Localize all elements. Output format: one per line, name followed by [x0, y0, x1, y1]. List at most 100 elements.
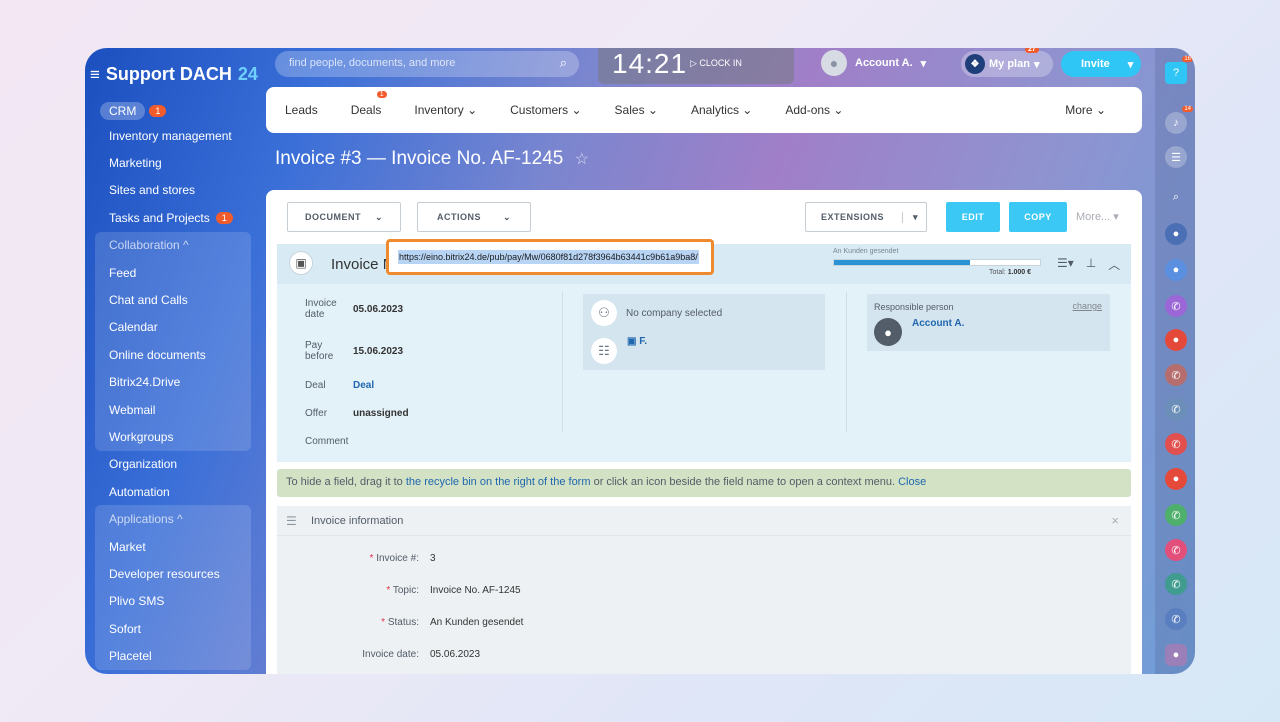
phone-icon[interactable]: ✆ [1165, 398, 1187, 420]
pin-icon[interactable]: ⊥ [1086, 256, 1096, 273]
sidebar-item-chat[interactable]: Chat and Calls [95, 286, 251, 313]
help-badge: 16 [1182, 56, 1193, 62]
extensions-button[interactable]: EXTENSIONS ▾ [805, 202, 927, 232]
search-icon[interactable]: ⌕ [560, 55, 567, 71]
work-clock[interactable]: 14:21 ▷ CLOCK IN [598, 48, 794, 84]
payment-url-text[interactable]: https://eino.bitrix24.de/pub/pay/Mw/0680… [398, 250, 699, 264]
status-progress-fill [834, 260, 970, 265]
phone-icon[interactable]: ✆ [1165, 573, 1187, 595]
contact-link[interactable]: ▣ F. [627, 336, 647, 347]
hint-text: To hide a field, drag it to [286, 476, 406, 488]
collapse-icon[interactable]: ︿ [1108, 256, 1120, 273]
pay-before-value: 15.06.2023 [353, 346, 404, 357]
sidebar-item-workgroups[interactable]: Workgroups [95, 423, 251, 450]
phone-icon[interactable]: ✆ [1165, 504, 1187, 526]
menu-icon[interactable]: ≡ [90, 65, 100, 85]
account-menu[interactable]: ● Account A. ▾ [821, 50, 926, 76]
sidebar-item-webmail[interactable]: Webmail [95, 396, 251, 423]
sidebar-item-online-docs[interactable]: Online documents [95, 341, 251, 368]
deal-link[interactable]: Deal [353, 380, 374, 391]
app-window: ≡ Support DACH 24 find people, documents… [85, 48, 1195, 674]
actions-button[interactable]: ACTIONS ⌄ [417, 202, 531, 232]
phone-icon[interactable]: ✆ [1165, 295, 1187, 317]
applications-header[interactable]: Applications ^ [95, 505, 251, 532]
hint-close-link[interactable]: Close [898, 476, 926, 488]
tab-addons[interactable]: Add-ons ⌄ [785, 103, 843, 117]
user-avatar-icon: ● [874, 318, 902, 346]
sidebar-item-crm[interactable]: CRM 1 [100, 100, 251, 122]
sidebar-item-inventory[interactable]: Inventory management [95, 122, 251, 149]
search-placeholder: find people, documents, and more [289, 57, 456, 69]
invite-label: Invite [1081, 58, 1110, 70]
sidebar-item-marketing[interactable]: Marketing [95, 149, 251, 176]
close-icon[interactable]: × [1111, 513, 1119, 528]
sidebar-item-calendar[interactable]: Calendar [95, 314, 251, 341]
messenger-icon[interactable]: ☰ [1165, 146, 1187, 168]
avatar[interactable]: ● [1165, 644, 1187, 666]
phone-icon[interactable]: ✆ [1165, 364, 1187, 386]
tab-deals[interactable]: Deals 1 [351, 91, 387, 117]
chevron-down-icon[interactable]: ▾ [1128, 58, 1134, 71]
recycle-bin-link[interactable]: the recycle bin on the right of the form [406, 476, 591, 488]
clock-in-button[interactable]: ▷ CLOCK IN [690, 58, 742, 69]
edit-button[interactable]: EDIT [946, 202, 1000, 232]
chevron-down-icon: ⌄ [374, 211, 384, 222]
sidebar-item-sites[interactable]: Sites and stores [95, 177, 251, 204]
drag-handle-icon[interactable]: ☰ [286, 514, 297, 528]
applications-group: Applications ^ Market Developer resource… [95, 505, 251, 670]
status-progress-bar[interactable] [833, 259, 1041, 266]
sidebar-item-feed[interactable]: Feed [95, 259, 251, 286]
responsible-link[interactable]: Account A. [912, 318, 964, 329]
sidebar-item-dev-resources[interactable]: Developer resources [95, 560, 251, 587]
comment-label: Comment [305, 436, 349, 447]
invoice-information-section: ☰ Invoice information × * Invoice #: 3 *… [277, 506, 1131, 674]
contact-icon[interactable]: ● [1165, 259, 1187, 281]
pay-before-label: Pay before [305, 340, 334, 362]
user-group-icon[interactable]: ● [1165, 468, 1187, 490]
tab-customers[interactable]: Customers ⌄ [510, 103, 581, 117]
top-bar: ≡ Support DACH 24 find people, documents… [85, 48, 1195, 84]
star-icon[interactable]: ☆ [575, 151, 589, 168]
phone-icon[interactable]: ✆ [1165, 433, 1187, 455]
hint-text: or click an icon beside the field name t… [590, 476, 899, 488]
sidebar-item-organization[interactable]: Organization [95, 451, 251, 478]
payment-link-popup[interactable]: https://eino.bitrix24.de/pub/pay/Mw/0680… [386, 239, 714, 275]
copy-button[interactable]: COPY [1009, 202, 1067, 232]
section-title: Invoice information [311, 515, 404, 527]
entity-title: Invoice N [331, 256, 394, 273]
sidebar-item-market[interactable]: Market [95, 533, 251, 560]
help-icon[interactable]: ? 16 [1165, 56, 1193, 84]
group-chat-icon[interactable]: ● [1165, 223, 1187, 245]
invoice-date-value: 05.06.2023 [353, 304, 404, 315]
user-group-icon[interactable]: ● [1165, 329, 1187, 351]
sidebar-item-plivo[interactable]: Plivo SMS [95, 588, 251, 615]
sidebar-item-automation[interactable]: Automation [95, 478, 251, 505]
document-button[interactable]: DOCUMENT ⌄ [287, 202, 401, 232]
tab-inventory[interactable]: Inventory ⌄ [414, 103, 477, 117]
tab-analytics[interactable]: Analytics ⌄ [691, 103, 752, 117]
plan-label: My plan [989, 58, 1030, 70]
list-settings-icon[interactable]: ☰▾ [1057, 256, 1074, 273]
company-value[interactable]: No company selected [626, 308, 722, 319]
tab-more[interactable]: More ⌄ [1065, 103, 1106, 117]
collaboration-header[interactable]: Collaboration ^ [95, 232, 251, 259]
phone-icon[interactable]: ✆ [1165, 608, 1187, 630]
change-responsible-link[interactable]: change [1072, 301, 1102, 311]
search-icon[interactable]: ⌕ [1165, 186, 1187, 208]
search-input[interactable]: find people, documents, and more ⌕ [275, 51, 579, 77]
my-plan-button[interactable]: ❖ My plan ▾ 27 [961, 48, 1053, 77]
sidebar-item-placetel[interactable]: Placetel [95, 642, 251, 669]
more-button[interactable]: More... ▾ [1076, 210, 1119, 223]
tab-leads[interactable]: Leads [285, 103, 318, 117]
invite-button[interactable]: Invite ▾ [1061, 51, 1141, 77]
invoice-icon: ▣ [289, 251, 313, 275]
sidebar-item-sofort[interactable]: Sofort [95, 615, 251, 642]
tab-sales[interactable]: Sales ⌄ [615, 103, 658, 117]
column-divider [562, 292, 563, 432]
app-logo[interactable]: ≡ Support DACH 24 [90, 64, 258, 85]
phone-icon[interactable]: ✆ [1165, 539, 1187, 561]
app-name-number: 24 [237, 64, 258, 84]
sidebar-item-tasks[interactable]: Tasks and Projects 1 [95, 204, 251, 231]
bell-icon[interactable]: ♪ 14 [1165, 106, 1193, 134]
sidebar-item-drive[interactable]: Bitrix24.Drive [95, 369, 251, 396]
